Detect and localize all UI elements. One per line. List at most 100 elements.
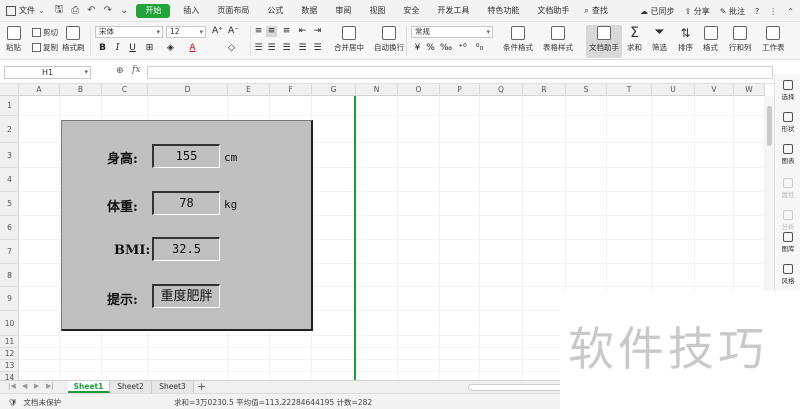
sum-button[interactable]: Σ 求和 [627,26,642,53]
align-center-icon[interactable]: ☰ [266,43,277,54]
conditional-format-button[interactable]: 条件格式 [503,26,533,53]
column-header[interactable]: T [607,84,652,96]
copy-button[interactable]: 复制 [32,42,58,53]
tab-9[interactable]: 特色功能 [478,0,528,22]
decrease-font-icon[interactable]: A⁻ [228,26,239,37]
align-left-indent-icon[interactable]: ⇤ [297,26,308,37]
filter-button[interactable]: ⏷ 筛选 [652,26,667,53]
row-header[interactable]: 11 [0,336,19,348]
column-header[interactable]: G [312,84,356,96]
italic-icon[interactable]: I [112,43,123,54]
side-panel-item[interactable]: 属性 [775,178,800,199]
sync-button[interactable]: ☁ 已同步 [640,6,675,17]
file-menu[interactable]: 文件 ⌄ [0,0,51,22]
sheet-tab[interactable]: Sheet3 [152,381,194,393]
thousands-icon[interactable]: ‰ [440,43,452,54]
font-name-select[interactable]: 宋体 [95,26,163,38]
protect-status[interactable]: 🛡 文档未保护 [8,397,61,408]
column-header[interactable]: P [440,84,480,96]
font-size-select[interactable]: 12 [166,26,206,38]
last-sheet-icon[interactable]: ▶| [46,382,54,390]
tab-8[interactable]: 开发工具 [428,0,478,22]
rows-cols-button[interactable]: 行和列 [729,26,752,53]
column-header[interactable]: S [566,84,607,96]
tab-1[interactable]: 插入 [174,0,208,22]
row-header[interactable]: 9 [0,287,19,311]
format-button[interactable]: 格式 [703,26,718,53]
clear-icon[interactable]: ◇ [226,43,237,54]
column-header[interactable]: W [734,84,765,96]
fx-icon[interactable]: fx [132,65,140,75]
sort-button[interactable]: ⇅ 排序 [678,26,693,53]
decrease-decimal-icon[interactable]: ⁰₀ [474,43,485,54]
column-header[interactable]: A [19,84,60,96]
side-panel-item[interactable]: 图表 [775,144,800,165]
number-format-select[interactable]: 常规 [411,26,493,38]
currency-icon[interactable]: ¥ [412,43,423,54]
comment-button[interactable]: ✎ 批注 [720,6,745,17]
prev-sheet-icon[interactable]: ◀ [22,382,27,390]
sheet-tab[interactable]: Sheet2 [110,381,152,393]
more-options-icon[interactable]: ⋮ [769,7,777,16]
align-middle-icon[interactable]: ≡ [266,26,277,37]
scroll-thumb[interactable] [767,106,772,146]
next-sheet-icon[interactable]: ▶ [34,382,39,390]
doc-helper-button[interactable]: 文档助手 [589,26,619,53]
column-header[interactable]: N [356,84,398,96]
row-header[interactable]: 6 [0,216,19,240]
save-icon[interactable]: 🖫 [55,2,64,19]
search-box[interactable]: ⌕ 查找 [584,5,607,16]
distribute-icon[interactable]: ☰ [312,43,323,54]
add-sheet-icon[interactable]: + [197,380,206,393]
fill-color-icon[interactable]: ◈ [165,43,176,54]
row-header[interactable]: 7 [0,240,19,264]
column-header[interactable]: C [102,84,148,96]
tab-10[interactable]: 文档助手 [528,0,578,22]
align-left-icon[interactable]: ☰ [253,43,264,54]
border-icon[interactable]: ⊞ [144,43,155,54]
worksheet-button[interactable]: 工作表 [762,26,785,53]
tip-textbox[interactable]: 重度肥胖 [152,284,220,308]
sheet-tab[interactable]: Sheet1 [68,381,110,393]
cut-button[interactable]: 剪切 [32,27,58,38]
bold-icon[interactable]: B [97,43,108,54]
column-header[interactable]: V [695,84,734,96]
column-header[interactable]: U [652,84,695,96]
tab-4[interactable]: 数据 [292,0,326,22]
column-header[interactable]: D [148,84,228,96]
wrap-text-button[interactable]: 自动换行 [374,26,404,53]
justify-icon[interactable]: ☰ [297,43,308,54]
formula-input[interactable] [147,66,773,79]
column-header[interactable]: R [523,84,566,96]
tab-0[interactable]: 开始 [136,3,171,18]
side-panel-item[interactable]: 形状 [775,112,800,133]
paste-button[interactable]: 粘贴 [6,26,21,53]
font-color-icon[interactable]: A [187,43,198,54]
undo-icon[interactable]: ↶ [87,5,95,16]
align-bottom-icon[interactable]: ≡ [281,26,292,37]
column-header[interactable]: F [270,84,312,96]
merge-center-button[interactable]: 合并居中 [334,26,364,53]
row-header[interactable]: 3 [0,143,19,168]
name-box[interactable]: H1 [4,66,91,79]
side-panel-item[interactable]: 选择 [775,80,800,101]
side-panel-item[interactable]: 风格 [775,264,800,285]
first-sheet-icon[interactable]: |◀ [8,382,16,390]
format-painter-button[interactable]: 格式刷 [62,26,85,53]
row-header[interactable]: 13 [0,360,19,372]
share-button[interactable]: ⇪ 分享 [685,6,710,17]
row-header[interactable]: 4 [0,168,19,192]
help-icon[interactable]: ? [755,7,759,16]
underline-icon[interactable]: U [127,43,138,54]
height-textbox[interactable]: 155 [152,144,220,168]
table-style-button[interactable]: 表格样式 [543,26,573,53]
row-header[interactable]: 5 [0,192,19,216]
align-top-icon[interactable]: ≡ [253,26,264,37]
row-header[interactable]: 1 [0,96,19,116]
bmi-textbox[interactable]: 32.5 [152,237,220,261]
side-panel-item[interactable]: 图库 [775,232,800,253]
collapse-icon[interactable]: ⌃ [787,7,794,16]
tab-6[interactable]: 视图 [360,0,394,22]
row-header[interactable]: 10 [0,311,19,336]
align-right-icon[interactable]: ☰ [281,43,292,54]
